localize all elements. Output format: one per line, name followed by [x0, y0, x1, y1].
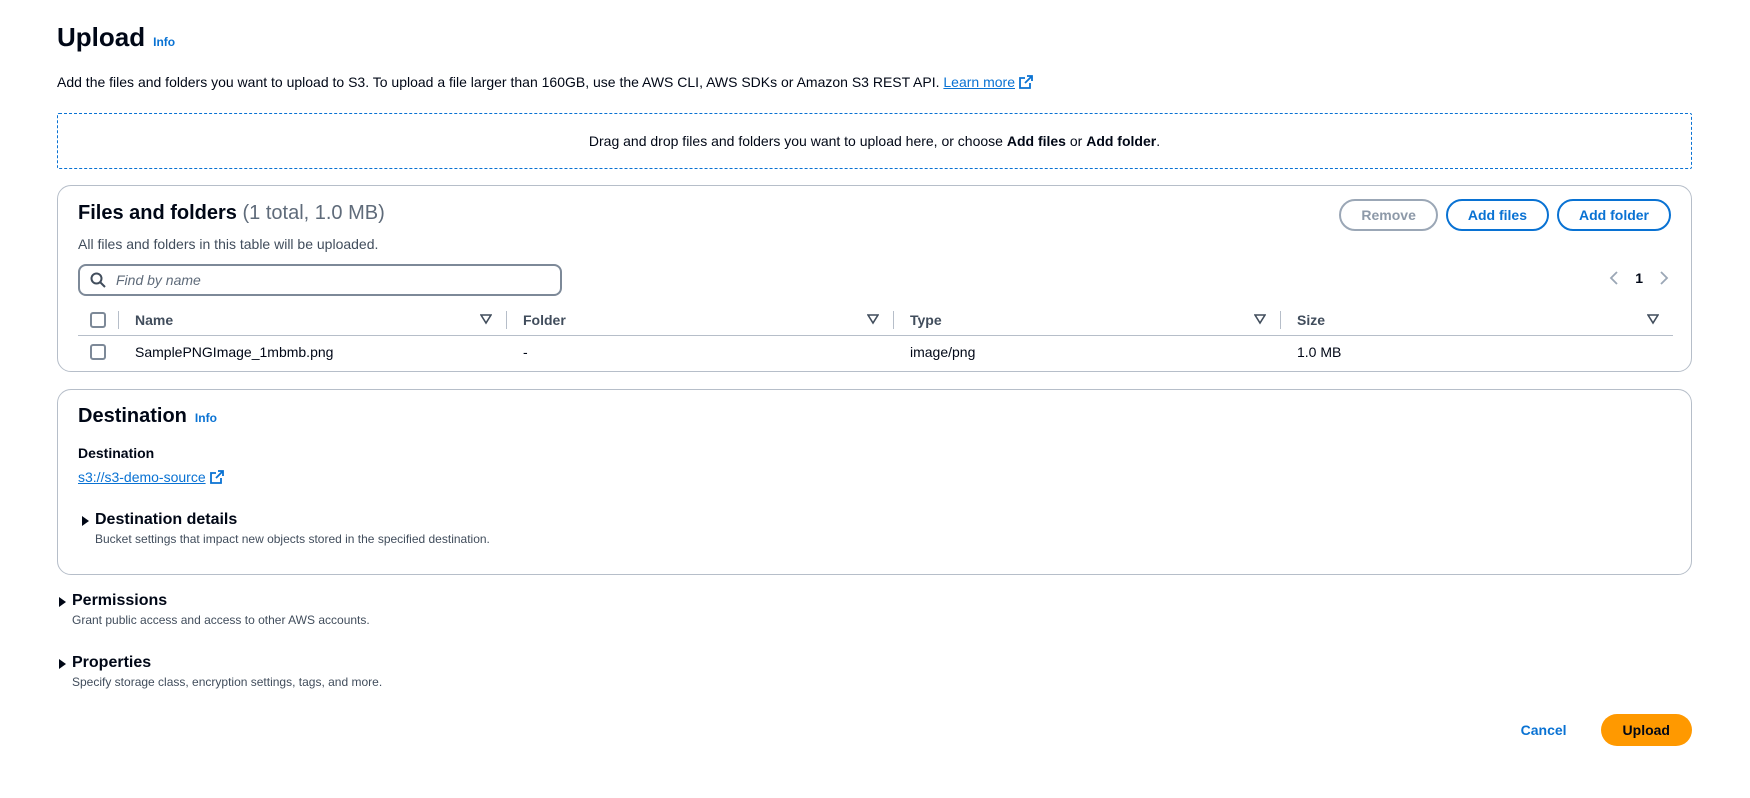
search-icon [90, 272, 106, 288]
files-panel-header: Files and folders (1 total, 1.0 MB) [78, 202, 385, 225]
column-header-name[interactable]: Name [118, 304, 506, 336]
files-panel-title: Files and folders [78, 202, 237, 224]
destination-link-text: s3://s3-demo-source [78, 469, 206, 485]
add-files-button[interactable]: Add files [1445, 199, 1549, 231]
caret-right-icon [82, 516, 89, 526]
properties-content: Properties Specify storage class, encryp… [72, 654, 382, 689]
dropzone-text: Drag and drop files and folders you want… [588, 133, 1007, 149]
form-actions: Cancel Upload [1507, 714, 1692, 746]
column-divider [1280, 310, 1281, 329]
destination-header: Destination Info [78, 405, 217, 428]
column-name-label: Name [135, 311, 174, 328]
properties-desc: Specify storage class, encryption settin… [72, 675, 383, 689]
row-checkbox[interactable] [90, 344, 106, 360]
cell-size: 1.0 MB [1297, 344, 1342, 360]
page-description: Add the files and folders you want to up… [57, 74, 1033, 90]
permissions-expander[interactable]: Permissions Grant public access and acce… [59, 592, 370, 627]
table-row[interactable]: SamplePNGImage_1mbmb.png - image/png 1.0… [78, 336, 1673, 368]
column-size-label: Size [1297, 311, 1326, 328]
row-select-cell [78, 344, 118, 360]
column-header-folder[interactable]: Folder [506, 304, 893, 336]
permissions-title: Permissions [72, 592, 168, 609]
files-panel-description: All files and folders in this table will… [78, 236, 379, 252]
dropzone-period: . [1156, 133, 1161, 149]
destination-details-title: Destination details [95, 511, 238, 528]
files-actions: Remove Add files Add folder [1339, 199, 1671, 231]
files-table: Name Folder Type Size SamplePNGImage_1mb… [78, 304, 1673, 368]
search-input[interactable] [114, 271, 534, 289]
column-type-label: Type [910, 311, 942, 328]
select-all-cell [78, 311, 118, 328]
external-link-icon [1019, 75, 1033, 89]
permissions-desc: Grant public access and access to other … [72, 613, 370, 627]
cancel-button[interactable]: Cancel [1507, 722, 1581, 738]
external-link-icon [209, 470, 224, 484]
column-divider [118, 310, 119, 329]
destination-info-link[interactable]: Info [195, 411, 217, 425]
sort-icon[interactable] [867, 313, 879, 325]
cell-folder: - [523, 344, 528, 360]
pagination: 1 [1609, 270, 1669, 286]
chevron-right-icon[interactable] [1659, 271, 1669, 285]
drop-zone[interactable]: Drag and drop files and folders you want… [57, 113, 1692, 169]
remove-button[interactable]: Remove [1339, 199, 1438, 231]
select-all-checkbox[interactable] [90, 311, 106, 328]
column-header-type[interactable]: Type [893, 304, 1280, 336]
column-header-size[interactable]: Size [1280, 304, 1673, 336]
dropzone-add-files: Add files [1006, 133, 1066, 149]
add-folder-button[interactable]: Add folder [1557, 199, 1671, 231]
info-link[interactable]: Info [153, 35, 175, 49]
learn-more-label: Learn more [943, 74, 1015, 90]
cell-name: SamplePNGImage_1mbmb.png [135, 344, 334, 360]
page-title: Upload [57, 22, 146, 52]
table-header: Name Folder Type Size [78, 304, 1673, 336]
destination-title: Destination [78, 405, 187, 427]
description-text: Add the files and folders you want to up… [57, 74, 940, 90]
cell-type: image/png [910, 344, 976, 360]
destination-details-expander[interactable]: Destination details Bucket settings that… [82, 511, 490, 546]
permissions-content: Permissions Grant public access and acce… [72, 592, 370, 627]
files-count: (1 total, 1.0 MB) [242, 202, 385, 224]
search-box [78, 264, 562, 296]
files-panel: Files and folders (1 total, 1.0 MB) All … [57, 185, 1692, 372]
column-divider [506, 310, 507, 329]
sort-icon[interactable] [1647, 313, 1659, 325]
sort-icon[interactable] [1254, 313, 1266, 325]
properties-title: Properties [72, 654, 152, 671]
upload-button[interactable]: Upload [1600, 714, 1692, 746]
page-header: Upload Info [57, 22, 175, 53]
chevron-left-icon[interactable] [1609, 271, 1619, 285]
destination-link-row: s3://s3-demo-source [78, 469, 224, 485]
destination-panel: Destination Info Destination s3://s3-dem… [57, 389, 1692, 575]
column-divider [893, 310, 894, 329]
learn-more-link[interactable]: Learn more [943, 74, 1033, 90]
caret-right-icon [59, 659, 66, 669]
dropzone-or: or [1065, 133, 1087, 149]
destination-link[interactable]: s3://s3-demo-source [78, 469, 224, 485]
destination-details-desc: Bucket settings that impact new objects … [95, 532, 490, 546]
column-folder-label: Folder [523, 311, 566, 328]
page-number[interactable]: 1 [1635, 270, 1643, 286]
destination-details-content: Destination details Bucket settings that… [95, 511, 490, 546]
dropzone-add-folder: Add folder [1086, 133, 1157, 149]
sort-icon[interactable] [480, 313, 492, 325]
caret-right-icon [59, 597, 66, 607]
destination-label: Destination [78, 445, 155, 461]
properties-expander[interactable]: Properties Specify storage class, encryp… [59, 654, 382, 689]
